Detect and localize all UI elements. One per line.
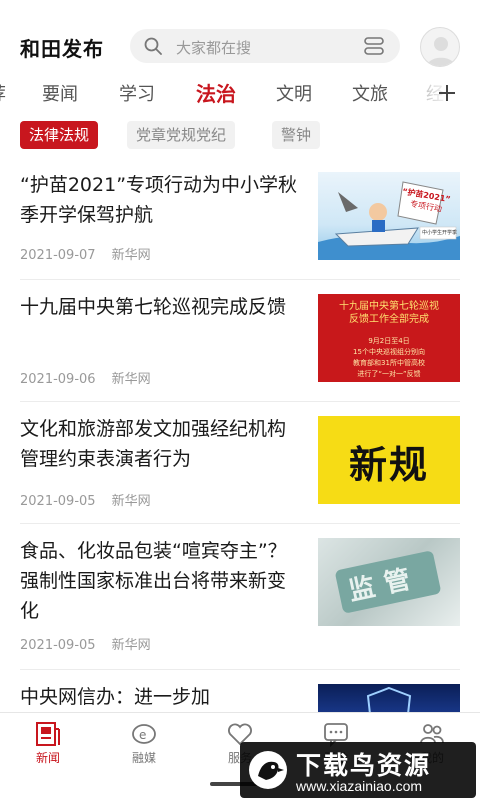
user-avatar-icon: [427, 37, 455, 66]
nav-label: 新闻: [35, 751, 60, 765]
nav-news[interactable]: 新闻: [18, 721, 78, 766]
news-item[interactable]: “护苗2021”专项行动为中小学秋季开学保驾护航 2021-09-07 新华网 “…: [20, 158, 460, 280]
news-item[interactable]: 十九届中央第七轮巡视完成反馈 2021-09-06 新华网 十九届中央第七轮巡视 …: [20, 280, 460, 402]
app-title: 和田发布: [20, 37, 104, 61]
news-title: 十九届中央第七轮巡视完成反馈: [20, 296, 287, 318]
news-title: 食品、化妆品包装“喧宾夺主”？强制性国家标准出台将带来新变化: [20, 540, 287, 622]
thumb-text: 新规: [348, 443, 429, 487]
thumb-body-line: 教育部和31所中管高校: [353, 359, 425, 367]
thumb-headline-line2: 反馈工作全部完成: [349, 314, 429, 325]
tab-headline[interactable]: 要闻: [42, 80, 78, 106]
thumb-headline: 十九届中央第七轮巡视 反馈工作全部完成: [318, 300, 460, 326]
thumb-body-line: 9月2日至4日: [368, 337, 410, 345]
news-meta: 2021-09-06 新华网: [20, 368, 151, 387]
top-header: 和田发布 大家都在搜: [0, 0, 480, 70]
nav-media[interactable]: e 融媒: [114, 721, 174, 766]
tab-recommend[interactable]: 荐: [0, 80, 6, 106]
scan-icon[interactable]: [364, 37, 384, 55]
search-bar[interactable]: 大家都在搜: [130, 29, 400, 63]
news-date: 2021-09-07: [20, 248, 96, 263]
news-source: 新华网: [111, 638, 151, 653]
thumb-body-line: 进行了“一对一”反馈: [357, 370, 421, 378]
news-icon: [36, 722, 60, 746]
news-date: 2021-09-05: [20, 638, 96, 653]
channel-tabs: 荐 要闻 学习 法治 文明 文旅 经: [0, 70, 480, 112]
bird-logo-icon: [249, 751, 287, 789]
news-source: 新华网: [111, 248, 151, 263]
chip-laws-regulations[interactable]: 法律法规: [20, 121, 99, 149]
news-thumbnail: 十九届中央第七轮巡视 反馈工作全部完成 9月2日至4日 15个中央巡视组分别向 …: [318, 294, 460, 382]
thumb-text: 监管: [346, 562, 423, 607]
news-thumbnail: 监管: [318, 538, 460, 626]
thumb-headline-line1: 十九届中央第七轮巡视: [339, 301, 439, 312]
sub-category-chips: 法律法规 党章党规党纪 警钟: [0, 118, 480, 154]
thumb-caption: 中小学生开学季: [422, 230, 458, 236]
news-title: 文化和旅游部发文加强经纪机构管理约束表演者行为: [20, 418, 287, 470]
news-thumbnail: 新规: [318, 416, 460, 504]
news-item[interactable]: 文化和旅游部发文加强经纪机构管理约束表演者行为 2021-09-05 新华网 新规: [20, 402, 460, 524]
news-title: 中央网信办：进一步加: [20, 686, 211, 708]
nav-label: 融媒: [131, 751, 156, 765]
news-date: 2021-09-05: [20, 494, 96, 509]
search-icon: [144, 37, 162, 55]
avatar[interactable]: [420, 27, 460, 67]
tab-study[interactable]: 学习: [119, 80, 155, 106]
thumb-body-line: 15个中央巡视组分别向: [353, 348, 425, 356]
tab-culture-travel[interactable]: 文旅: [352, 80, 388, 106]
boat-illustration-icon: [318, 181, 460, 260]
news-meta: 2021-09-05 新华网: [20, 490, 151, 509]
news-source: 新华网: [111, 372, 151, 387]
news-thumbnail: “护苗2021” 专项行动 中小学生开学季: [318, 172, 460, 260]
app-screen: 和田发布 大家都在搜 荐 要闻 学习 法治 文明 文旅 经: [0, 0, 480, 800]
watermark-title: 下载鸟资源: [296, 751, 432, 780]
watermark-banner: 下载鸟资源 www.xiazainiao.com: [240, 742, 476, 798]
chip-party-rules[interactable]: 党章党规党纪: [127, 121, 236, 149]
media-icon: e: [132, 724, 156, 744]
news-meta: 2021-09-07 新华网: [20, 244, 151, 263]
tab-law[interactable]: 法治: [196, 78, 236, 107]
news-item[interactable]: 食品、化妆品包装“喧宾夺主”？强制性国家标准出台将带来新变化 2021-09-0…: [20, 524, 460, 670]
news-title: “护苗2021”专项行动为中小学秋季开学保驾护航: [20, 174, 298, 226]
stamp-graphic: 监管: [334, 550, 442, 614]
chip-warning[interactable]: 警钟: [272, 121, 321, 149]
tab-civilization[interactable]: 文明: [276, 80, 312, 106]
plus-icon[interactable]: [437, 83, 457, 103]
news-meta: 2021-09-05 新华网: [20, 634, 151, 653]
watermark-url: www.xiazainiao.com: [296, 778, 423, 794]
thumb-body: 9月2日至4日 15个中央巡视组分别向 教育部和31所中管高校 进行了“一对一”…: [318, 336, 460, 380]
news-date: 2021-09-06: [20, 372, 96, 387]
search-placeholder: 大家都在搜: [176, 39, 252, 57]
svg-text:e: e: [139, 728, 146, 742]
news-source: 新华网: [111, 494, 151, 509]
